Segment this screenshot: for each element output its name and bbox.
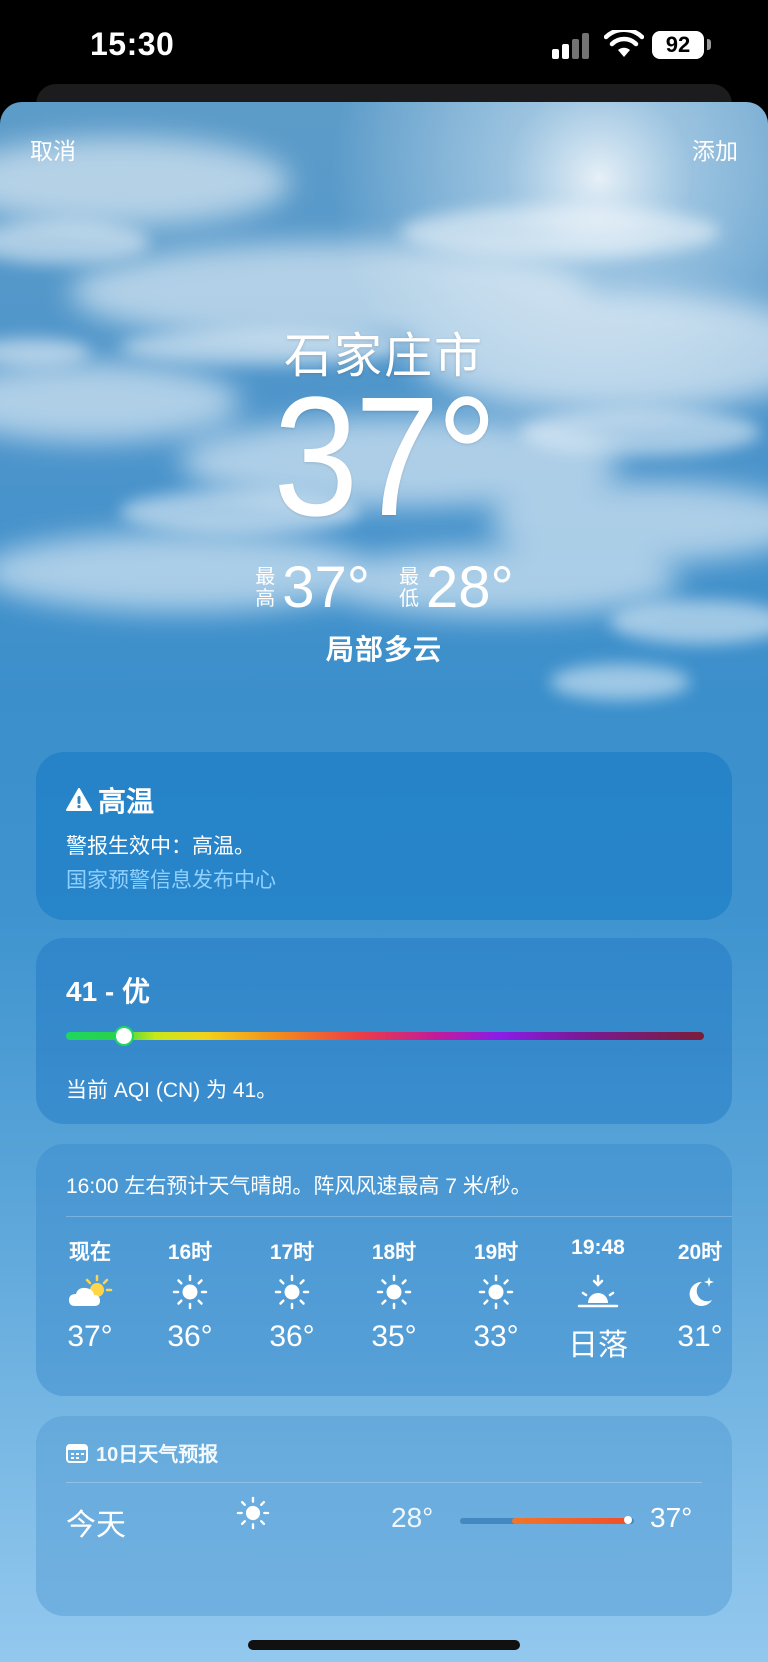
sun-icon [150,1264,230,1320]
low-temperature: 最低 28° [398,554,514,621]
day-high-temp: 37° [650,1502,693,1533]
aqi-scale-bar [66,1032,704,1040]
warning-triangle-icon [66,788,92,811]
cellular-signal-icon [552,33,592,59]
partly-cloudy-sun-icon [50,1264,130,1320]
current-temperature: 37° [0,372,768,542]
battery-tip [707,39,711,50]
hour-temperature: 37° [67,1320,113,1353]
home-indicator[interactable] [248,1640,520,1650]
divider [66,1216,732,1217]
forecast-title: 10日天气预报 [96,1444,219,1466]
day-low-temp: 28° [391,1502,434,1533]
hour-temperature: 36° [167,1320,213,1353]
high-value: 37° [282,555,370,620]
alert-title-row: 高温 [66,780,154,820]
calendar-icon [66,1443,88,1463]
low-label: 最低 [399,565,419,610]
hour-item: 18时 35° [354,1236,434,1354]
hour-item: 19时 33° [456,1236,536,1354]
hour-temperature: 36° [269,1320,315,1353]
hour-label: 19:48 [571,1236,625,1259]
cancel-button[interactable]: 取消 [30,132,76,166]
hour-item: 19:48 日落 [558,1236,638,1364]
add-button[interactable]: 添加 [692,132,738,166]
alert-source-link[interactable]: 国家预警信息发布中心 [66,864,276,894]
hour-item: 现在 37° [50,1236,130,1354]
alert-title: 高温 [98,786,155,817]
hour-sunset-label: 日落 [568,1329,628,1362]
temperature-range-bar [512,1518,630,1524]
sunset-icon [558,1264,638,1320]
hour-item: 17时 36° [252,1236,332,1354]
status-bar: 15:30 92 [0,0,768,96]
screen: 15:30 92 取消 添加 石家庄市 37° 最高 37° 最低 28° 局部… [0,0,768,1662]
sun-icon [252,1264,332,1320]
hourly-summary: 16:00 左右预计天气晴朗。阵风风速最高 7 米/秒。 [66,1175,532,1198]
weather-alert-card[interactable]: 高温 警报生效中：高温。 国家预警信息发布中心 [36,752,732,920]
hourly-forecast-card[interactable]: 16:00 左右预计天气晴朗。阵风风速最高 7 米/秒。 现在 37° 16时 [36,1144,732,1396]
hour-label: 17时 [269,1241,315,1264]
hour-label: 20时 [677,1241,723,1264]
aqi-indicator-dot [116,1028,132,1044]
sun-icon [236,1496,270,1535]
aqi-description: 当前 AQI (CN) 为 41。 [66,1079,278,1102]
aqi-value: 41 - 优 [66,976,151,1007]
high-label: 最高 [255,565,276,610]
low-value: 28° [426,555,514,620]
moon-stars-icon [660,1264,732,1320]
status-time: 15:30 [90,26,175,62]
hour-temperature: 35° [371,1320,417,1353]
divider [66,1482,702,1483]
hour-item: 16时 36° [150,1236,230,1354]
hour-label: 16时 [167,1241,213,1264]
battery-indicator: 92 [652,31,704,59]
sun-icon [354,1264,434,1320]
current-temp-dot [624,1516,632,1524]
hour-label: 18时 [371,1241,417,1264]
sun-icon [456,1264,536,1320]
weather-condition: 局部多云 [325,634,442,665]
hour-item: 20时 31° [660,1236,732,1354]
high-low-temperatures: 最高 37° 最低 28° [0,554,768,621]
current-temperature-value: 37° [273,362,498,552]
air-quality-card[interactable]: 41 - 优 当前 AQI (CN) 为 41。 [36,938,732,1124]
hour-label: 19时 [473,1241,519,1264]
hour-label: 现在 [69,1241,111,1264]
day-name: 今天 [66,1509,126,1542]
hour-temperature: 33° [473,1320,519,1353]
alert-message: 警报生效中：高温。 [66,835,255,858]
wifi-icon [604,30,644,57]
forecast-title-row: 10日天气预报 [66,1438,218,1467]
ten-day-forecast-card[interactable]: 10日天气预报 今天 28° 37° [36,1416,732,1616]
hour-temperature: 31° [677,1320,723,1353]
high-temperature: 最高 37° [254,554,370,621]
